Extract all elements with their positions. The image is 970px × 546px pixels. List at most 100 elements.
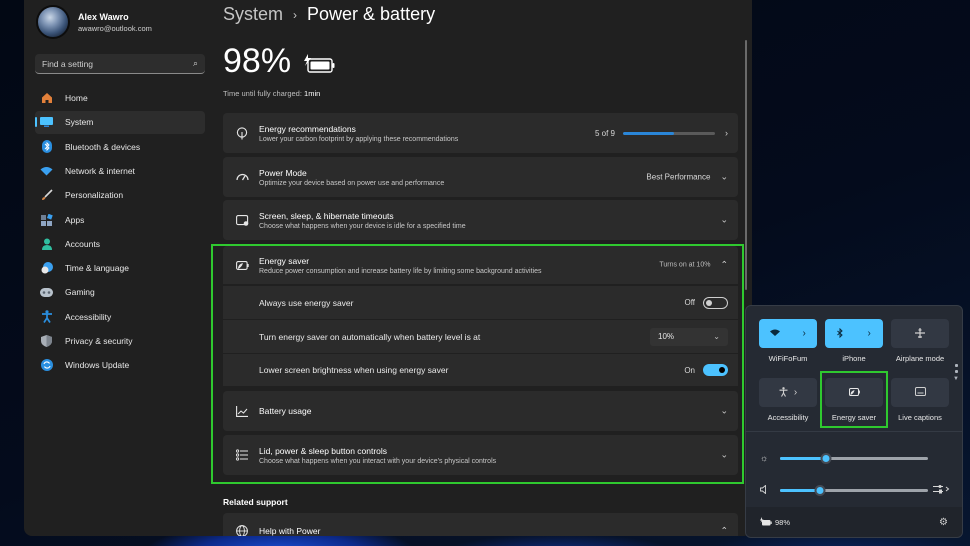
sidebar-item-label: Accessibility	[65, 311, 112, 322]
accessibility-tile[interactable]: ›	[759, 378, 817, 407]
breadcrumb-separator: ›	[293, 7, 298, 22]
lid-controls-card[interactable]: Lid, power & sleep button controls Choos…	[223, 435, 738, 475]
sidebar-item-label: Accounts	[65, 238, 100, 249]
audio-output-icon[interactable]	[933, 484, 951, 496]
accessibility-icon	[779, 386, 788, 399]
sidebar-item-label: Privacy & security	[65, 336, 133, 346]
screen-sleep-card[interactable]: Screen, sleep, & hibernate timeouts Choo…	[223, 200, 738, 240]
battery-usage-card[interactable]: Battery usage ⌄	[223, 391, 738, 431]
chevron-down-icon: ⌄	[720, 214, 728, 225]
wifi-icon	[770, 329, 781, 338]
volume-slider[interactable]	[780, 484, 928, 496]
card-title: Screen, sleep, & hibernate timeouts	[259, 210, 394, 221]
card-subtitle: Reduce power consumption and increase ba…	[259, 267, 542, 275]
battery-status-button[interactable]: 98%	[760, 516, 790, 528]
wifi-tile-label: WiFiFoFum	[768, 354, 808, 363]
bluetooth-tile[interactable]: ›	[825, 319, 883, 348]
speaker-icon[interactable]	[760, 484, 772, 496]
captions-icon	[914, 387, 926, 398]
volume-slider-thumb[interactable]	[814, 484, 826, 496]
page-indicator[interactable]: ▼	[953, 364, 959, 382]
card-subtitle: Lower your carbon footprint by applying …	[259, 135, 459, 143]
live-captions-label: Live captions	[898, 413, 942, 422]
sidebar-item-time-language[interactable]: Time & language	[35, 257, 205, 279]
help-with-power-card[interactable]: Help with Power ⌃	[223, 513, 738, 536]
energy-saver-status: Turns on at 10%	[659, 261, 711, 269]
sidebar-item-bluetooth[interactable]: Bluetooth & devices	[35, 136, 205, 158]
related-support-heading: Related support	[223, 497, 288, 507]
sidebar-item-accessibility[interactable]: Accessibility	[35, 306, 205, 328]
wifi-tile[interactable]: ›	[759, 319, 817, 348]
card-subtitle: Choose what happens when your device is …	[259, 222, 466, 230]
energy-saver-card[interactable]: Energy saver Reduce power consumption an…	[223, 246, 738, 284]
shield-icon	[40, 335, 53, 348]
sidebar-item-network[interactable]: Network & internet	[35, 160, 205, 182]
energy-saver-icon	[848, 387, 860, 398]
energy-recommendations-card[interactable]: Energy recommendations Lower your carbon…	[223, 113, 738, 153]
lower-brightness-toggle[interactable]	[703, 364, 728, 376]
brush-icon	[40, 189, 53, 202]
energy-saver-tile[interactable]	[825, 378, 883, 407]
breadcrumb-system[interactable]: System	[223, 4, 283, 25]
auto-energy-saver-label: Turn energy saver on automatically when …	[259, 331, 481, 342]
sidebar-item-label: System	[65, 117, 94, 128]
card-title: Help with Power	[259, 526, 321, 536]
brightness-slider-fill	[780, 456, 826, 460]
globe-icon	[235, 524, 249, 536]
brightness-slider-thumb[interactable]	[820, 452, 832, 464]
brightness-slider[interactable]	[780, 452, 928, 464]
always-energy-saver-row: Always use energy saver Off	[223, 286, 738, 319]
page-scrollbar[interactable]	[745, 40, 747, 290]
sidebar-item-personalization[interactable]: Personalization	[35, 184, 205, 206]
divider	[746, 431, 962, 432]
page-dot	[954, 364, 958, 367]
sidebar-item-system[interactable]: System	[35, 111, 205, 134]
battery-level-select[interactable]: 10% ⌄	[650, 327, 728, 346]
avatar	[36, 5, 70, 39]
sidebar-item-apps[interactable]: Apps	[35, 208, 205, 230]
power-mode-dropdown[interactable]: Best Performance ⌄	[646, 172, 728, 183]
battery-charging-icon	[760, 516, 772, 528]
chevron-right-icon: ›	[725, 128, 728, 138]
sidebar-item-home[interactable]: Home	[35, 87, 205, 109]
gamepad-icon	[40, 286, 53, 299]
sidebar-item-windows-update[interactable]: Windows Update	[35, 354, 205, 376]
live-captions-tile[interactable]	[891, 378, 949, 407]
airplane-mode-tile[interactable]	[891, 319, 949, 348]
globe-clock-icon	[40, 262, 53, 275]
sidebar-nav: Home System Bluetooth & devices Network …	[35, 87, 205, 378]
sidebar-item-label: Home	[65, 93, 88, 104]
battery-status: 98%	[223, 42, 335, 81]
battery-charging-icon	[303, 53, 335, 73]
sidebar-item-label: Network & internet	[65, 166, 135, 177]
sidebar: Alex Wawro awawro@outlook.com Find a set…	[24, 0, 214, 536]
page-title: Power & battery	[307, 4, 436, 24]
sidebar-item-privacy[interactable]: Privacy & security	[35, 330, 205, 352]
airplane-mode-label: Airplane mode	[895, 354, 945, 363]
chevron-right-icon[interactable]: ›	[802, 328, 805, 339]
search-input[interactable]: Find a setting ⌕	[35, 54, 205, 74]
charge-time-label: Time until fully charged:	[223, 89, 302, 98]
airplane-icon	[915, 327, 925, 340]
chevron-down-icon: ⌄	[720, 449, 728, 460]
power-mode-icon	[235, 170, 249, 184]
page-down-icon[interactable]: ▼	[953, 376, 959, 382]
sidebar-item-label: Personalization	[65, 190, 124, 201]
sidebar-item-accounts[interactable]: Accounts	[35, 233, 205, 255]
sidebar-item-gaming[interactable]: Gaming	[35, 281, 205, 303]
accounts-icon	[40, 237, 53, 250]
auto-energy-saver-row: Turn energy saver on automatically when …	[223, 320, 738, 353]
profile-name: Alex Wawro	[78, 11, 129, 22]
quick-settings-panel: › WiFiFoFum › iPhone Airplane mode ▼ › A…	[745, 305, 963, 538]
recommendations-progress	[623, 131, 715, 135]
card-subtitle: Choose what happens when you interact wi…	[259, 457, 497, 465]
search-icon[interactable]: ⌕	[193, 58, 198, 69]
gear-icon[interactable]: ⚙	[939, 517, 948, 528]
always-energy-saver-toggle[interactable]	[703, 296, 728, 309]
chevron-right-icon[interactable]: ›	[794, 387, 797, 398]
charge-time: Time until fully charged: 1min	[223, 89, 320, 98]
chevron-right-icon[interactable]: ›	[867, 328, 870, 339]
brightness-icon: ☼	[760, 453, 769, 463]
sidebar-item-label: Windows Update	[65, 360, 130, 371]
user-profile[interactable]: Alex Wawro awawro@outlook.com	[36, 5, 152, 39]
